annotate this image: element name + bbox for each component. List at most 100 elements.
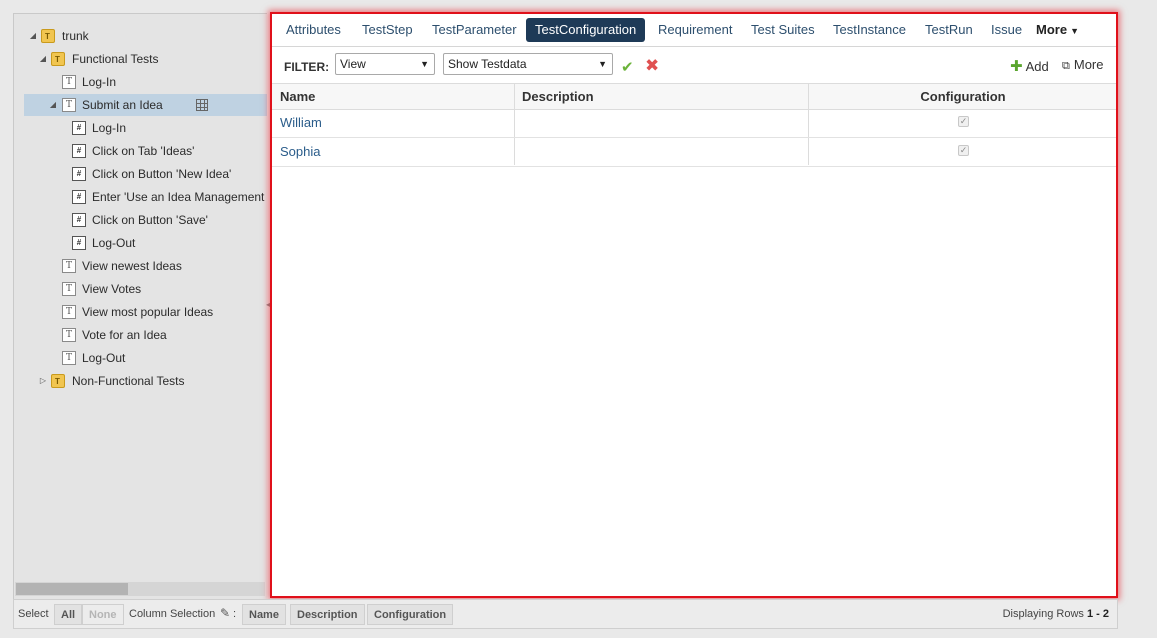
- grid-view-icon[interactable]: [196, 99, 208, 111]
- tab-testparameter[interactable]: TestParameter: [423, 18, 526, 42]
- table-row[interactable]: William ✓: [272, 109, 1116, 138]
- more-button-label: More: [1073, 57, 1104, 72]
- folder-icon: [51, 49, 65, 71]
- column-toggle-configuration[interactable]: Configuration: [367, 604, 454, 625]
- pencil-icon[interactable]: ✎: [220, 606, 230, 620]
- tree-node-label: Log-Out: [82, 351, 126, 365]
- more-actions-button[interactable]: ⧉ More: [1062, 57, 1103, 73]
- tree-node-label: Click on Button 'Save': [92, 213, 208, 227]
- test-step-icon: #: [72, 213, 86, 227]
- tree-node-test-case[interactable]: T View Votes: [14, 278, 267, 300]
- test-case-icon: T: [62, 305, 76, 319]
- test-case-icon: T: [62, 351, 76, 365]
- dropdown-arrow-icon: ▼: [598, 59, 607, 69]
- tree-node-label: Non-Functional Tests: [72, 374, 185, 388]
- tab-requirement[interactable]: Requirement: [649, 18, 741, 42]
- tree-node-label: Enter 'Use an Idea Management Tool': [92, 190, 267, 204]
- table-row[interactable]: Sophia ✓: [272, 138, 1116, 167]
- tree-node-step[interactable]: # Click on Button 'Save': [14, 209, 267, 231]
- tab-testrun[interactable]: TestRun: [916, 18, 982, 42]
- dropdown-arrow-icon: ▼: [420, 59, 429, 69]
- tree-node-label: View Votes: [82, 282, 142, 296]
- configuration-checkbox[interactable]: ✓: [958, 145, 969, 156]
- select-none-button[interactable]: None: [82, 604, 124, 625]
- cell-name[interactable]: Sophia: [272, 138, 514, 166]
- column-header-description[interactable]: Description: [514, 84, 808, 109]
- tree-node-label: trunk: [62, 29, 89, 43]
- tree-node-non-functional-tests[interactable]: ▷ Non-Functional Tests: [14, 370, 267, 393]
- apply-filter-check-icon[interactable]: ✔: [621, 58, 634, 76]
- tree-node-functional-tests[interactable]: ◢ Functional Tests: [14, 48, 267, 71]
- add-button-label: Add: [1025, 59, 1049, 74]
- tree-node-label: View newest Ideas: [82, 259, 182, 273]
- add-button[interactable]: ✚ Add: [1010, 57, 1049, 75]
- folder-icon: [51, 371, 65, 393]
- reset-filter-x-icon[interactable]: ✖: [645, 56, 659, 76]
- footer-bar: Select All None Column Selection ✎ : Nam…: [13, 599, 1118, 629]
- row-count-range: 1 - 2: [1086, 608, 1109, 620]
- tab-test-suites[interactable]: Test Suites: [742, 18, 824, 42]
- cell-description: [514, 109, 808, 137]
- tree-node-label: Click on Button 'New Idea': [92, 167, 232, 181]
- test-step-icon: #: [72, 190, 86, 204]
- expand-arrow-icon[interactable]: ◢: [28, 25, 38, 47]
- tab-attributes[interactable]: Attributes: [277, 18, 350, 42]
- tab-bar: Attributes TestStep TestParameter TestCo…: [272, 14, 1116, 47]
- tree-node-label: View most popular Ideas: [82, 305, 214, 319]
- column-selection-colon: :: [233, 608, 237, 620]
- test-step-icon: #: [72, 144, 86, 158]
- tree-node-label: Log-In: [92, 121, 127, 135]
- select-all-button[interactable]: All: [54, 604, 83, 625]
- testdata-select-value: Show Testdata: [448, 57, 527, 71]
- tree-node-step[interactable]: # Log-In: [14, 117, 267, 139]
- filter-bar: FILTER: View ▼ Show Testdata ▼ ✔ ✖ ✚ Add …: [272, 47, 1116, 83]
- configuration-checkbox[interactable]: ✓: [958, 116, 969, 127]
- tree-node-submit-an-idea[interactable]: ◢ T Submit an Idea: [24, 94, 267, 116]
- test-step-icon: #: [72, 121, 86, 135]
- tree-node-step[interactable]: # Enter 'Use an Idea Management Tool': [14, 186, 267, 208]
- tree-node-label: Vote for an Idea: [82, 328, 167, 342]
- tab-testinstance[interactable]: TestInstance: [824, 18, 915, 42]
- cell-name[interactable]: William: [272, 109, 514, 137]
- tree-node-label: Log-Out: [92, 236, 136, 250]
- tab-teststep[interactable]: TestStep: [353, 18, 422, 42]
- test-case-icon: T: [62, 282, 76, 296]
- caret-down-icon: ▼: [1070, 26, 1079, 36]
- column-toggle-description[interactable]: Description: [290, 604, 365, 625]
- column-header-configuration[interactable]: Configuration: [808, 84, 1118, 109]
- tree-node-test-case[interactable]: T View most popular Ideas: [14, 301, 267, 323]
- tab-more[interactable]: More ▼: [1027, 18, 1088, 42]
- filter-label: FILTER:: [284, 60, 330, 74]
- tree-node-test-case[interactable]: T Vote for an Idea: [14, 324, 267, 346]
- column-toggle-name[interactable]: Name: [242, 604, 286, 625]
- data-grid: Name Description Configuration William ✓…: [272, 83, 1116, 596]
- view-select[interactable]: View ▼: [335, 53, 435, 75]
- horizontal-scrollbar[interactable]: [15, 582, 265, 596]
- tree-node-label: Log-In: [82, 75, 117, 89]
- tree-node-step[interactable]: # Log-Out: [14, 232, 267, 254]
- tree-node-test-case[interactable]: T Log-Out: [14, 347, 267, 369]
- link-icon: ⧉: [1062, 60, 1070, 72]
- test-case-icon: T: [62, 75, 76, 89]
- tree-node-trunk[interactable]: ◢ trunk: [14, 25, 267, 48]
- tree-node-step[interactable]: # Click on Button 'New Idea': [14, 163, 267, 185]
- testdata-select[interactable]: Show Testdata ▼: [443, 53, 613, 75]
- row-name-link[interactable]: Sophia: [280, 144, 320, 159]
- tab-issue[interactable]: Issue: [982, 18, 1031, 42]
- test-case-icon: T: [62, 98, 76, 112]
- test-step-icon: #: [72, 236, 86, 250]
- column-selection-label: Column Selection: [129, 608, 216, 620]
- grid-header: Name Description Configuration: [272, 83, 1116, 110]
- tree-node-log-in[interactable]: T Log-In: [14, 71, 267, 93]
- collapse-arrow-icon[interactable]: ▷: [38, 370, 48, 392]
- plus-icon: ✚: [1010, 58, 1023, 75]
- row-name-link[interactable]: William: [280, 115, 322, 130]
- scrollbar-thumb[interactable]: [16, 583, 128, 595]
- test-case-icon: T: [62, 328, 76, 342]
- column-header-name[interactable]: Name: [272, 84, 514, 109]
- expand-arrow-icon[interactable]: ◢: [48, 94, 58, 116]
- expand-arrow-icon[interactable]: ◢: [38, 48, 48, 70]
- tree-node-step[interactable]: # Click on Tab 'Ideas': [14, 140, 267, 162]
- tab-testconfiguration[interactable]: TestConfiguration: [526, 18, 646, 42]
- tree-node-test-case[interactable]: T View newest Ideas: [14, 255, 267, 277]
